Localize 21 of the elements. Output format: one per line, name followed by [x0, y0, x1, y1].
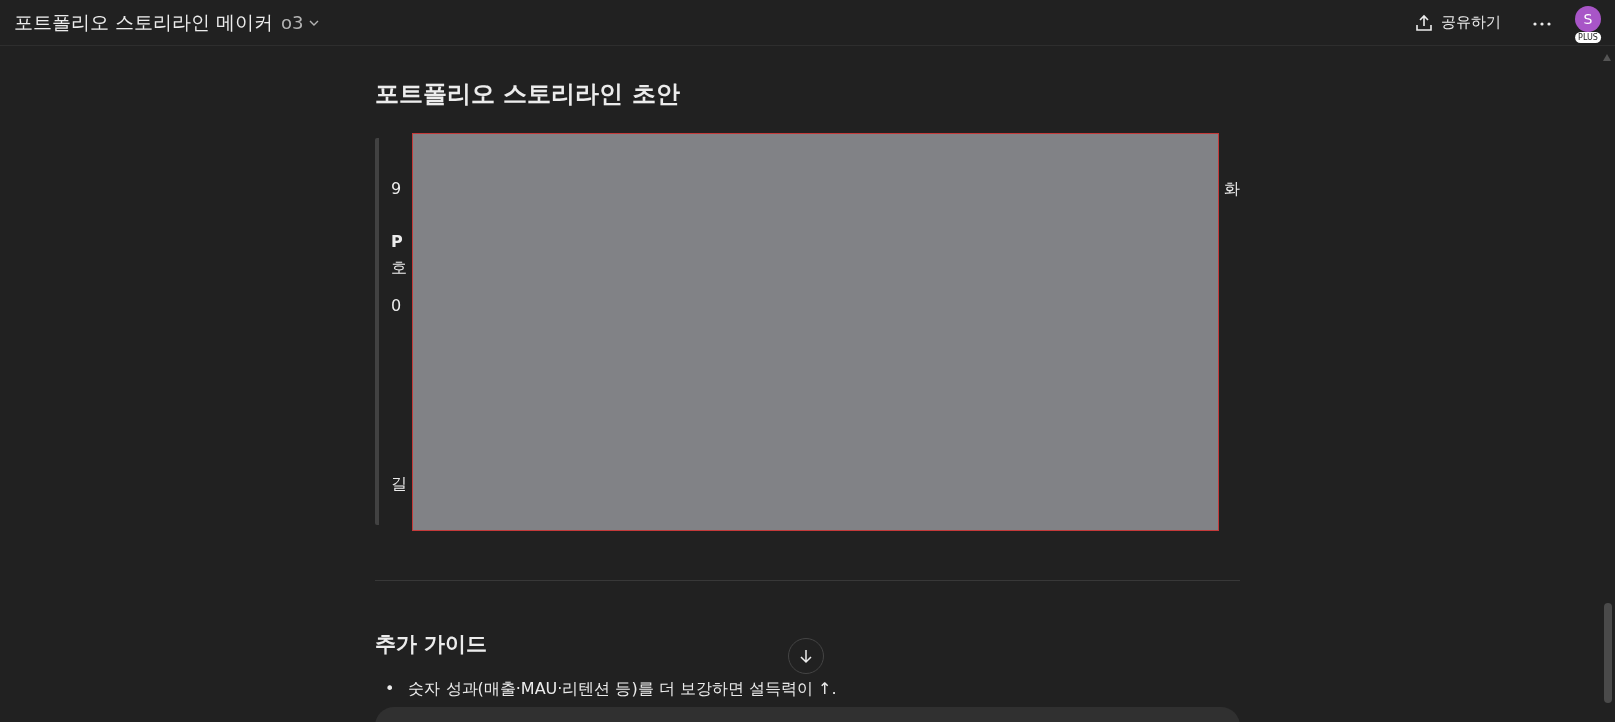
quote-text-fragment: 화 [1224, 178, 1240, 200]
scroll-down-button[interactable] [788, 638, 824, 674]
plan-badge: PLUS [1575, 31, 1601, 43]
section-heading: 추가 가이드 [375, 631, 488, 658]
scroll-up-icon[interactable] [1602, 52, 1612, 62]
section-heading: 포트폴리오 스토리라인 초안 [375, 79, 681, 110]
scrollbar-thumb[interactable] [1604, 603, 1612, 703]
quote-text-fragment: 호 [391, 257, 407, 279]
guide-bullet: 숫자 성과(매출·MAU·리텐션 등)를 더 보강하면 설득력이 ↑. [408, 677, 837, 700]
chat-title: 포트폴리오 스토리라인 메이커 [14, 10, 274, 36]
more-icon [1533, 22, 1551, 26]
user-avatar[interactable]: S [1575, 5, 1601, 32]
model-selector[interactable]: o3 [281, 9, 320, 36]
quote-text-fragment: 길 [391, 473, 407, 495]
quote-text-fragment: 0 [391, 295, 402, 317]
quote-text-fragment: P [391, 231, 403, 253]
share-button[interactable]: 공유하기 [1407, 7, 1509, 38]
bullet-marker: • [385, 677, 395, 700]
share-icon [1415, 13, 1433, 32]
quote-text-fragment: 9 [391, 178, 402, 200]
arrow-down-icon [798, 648, 814, 664]
